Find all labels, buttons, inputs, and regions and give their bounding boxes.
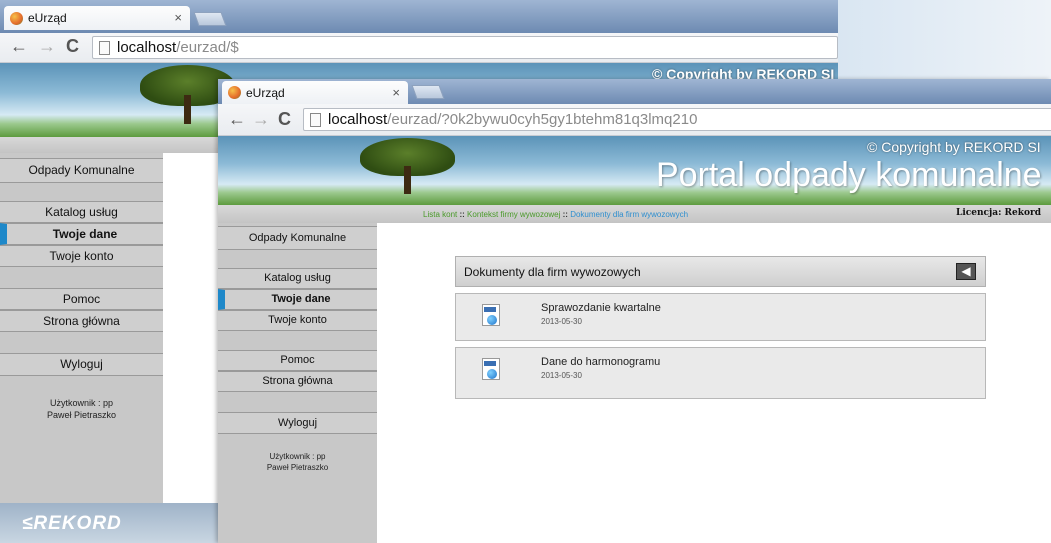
browser-tab[interactable]: eUrząd × xyxy=(4,6,190,30)
tab-strip: eUrząd × xyxy=(218,79,1051,104)
url-path: /eurzad/$ xyxy=(176,39,239,56)
menu-item-katalog[interactable]: Katalog usług xyxy=(218,268,377,289)
user-full-name: Paweł Pietraszko xyxy=(46,410,117,420)
menu-item-strona-glowna[interactable]: Strona główna xyxy=(218,371,377,392)
breadcrumb-current: Dokumenty dla firm wywozowych xyxy=(570,210,689,219)
close-tab-icon[interactable]: × xyxy=(174,10,182,25)
menu-item-strona-glowna[interactable]: Strona główna xyxy=(0,310,163,332)
new-tab-button[interactable] xyxy=(411,85,445,99)
menu-item-odpady[interactable]: Odpady Komunalne xyxy=(0,158,163,183)
favicon-icon xyxy=(228,86,241,99)
breadcrumb: Lista kont :: Kontekst firmy wywozowej :… xyxy=(423,210,688,219)
back-arrow-icon[interactable]: ← xyxy=(228,109,246,130)
breadcrumb-bar: Lista kont :: Kontekst firmy wywozowej :… xyxy=(218,205,1051,223)
breadcrumb-kontekst-firmy[interactable]: Kontekst firmy wywozowej xyxy=(467,210,560,219)
forward-arrow-icon[interactable]: → xyxy=(38,36,56,57)
reload-icon[interactable]: C xyxy=(278,109,291,130)
menu-item-wyloguj[interactable]: Wyloguj xyxy=(0,353,163,376)
page-icon xyxy=(99,41,110,55)
document-item[interactable]: Dane do harmonogramu 2013-05-30 xyxy=(455,347,986,399)
html-document-icon xyxy=(482,304,500,326)
breadcrumb-separator: :: xyxy=(562,210,568,219)
reload-icon[interactable]: C xyxy=(66,36,79,57)
browser-window-front: eUrząd × ← → C localhost/eurzad/?0k2bywu… xyxy=(218,79,1051,543)
copyright-text: © Copyright by REKORD SI xyxy=(867,139,1041,155)
document-item[interactable]: Sprawozdanie kwartalne 2013-05-30 xyxy=(455,293,986,341)
menu-item-twoje-konto[interactable]: Twoje konto xyxy=(218,310,377,331)
address-bar[interactable]: localhost/eurzad/$ xyxy=(92,36,838,59)
back-arrow-icon: ◀ xyxy=(961,264,971,278)
url-host: localhost xyxy=(117,39,177,56)
license-label: Licencja: Rekord xyxy=(956,208,1041,218)
menu-item-pomoc[interactable]: Pomoc xyxy=(218,350,377,371)
close-tab-icon[interactable]: × xyxy=(392,85,400,100)
panel-title: Dokumenty dla firm wywozowych xyxy=(464,264,641,279)
tab-strip: eUrząd × xyxy=(0,0,838,33)
page-icon xyxy=(310,113,321,127)
user-info: Użytkownik : pp Paweł Pietraszko xyxy=(0,397,163,421)
sidebar: Odpady Komunalne Katalog usług Twoje dan… xyxy=(218,223,377,543)
menu-item-wyloguj[interactable]: Wyloguj xyxy=(218,412,377,434)
tab-title: eUrząd xyxy=(246,85,285,100)
tree-image xyxy=(360,138,455,200)
panel-header: Dokumenty dla firm wywozowych ◀ xyxy=(455,256,986,287)
menu-item-twoje-dane[interactable]: Twoje dane xyxy=(0,223,163,245)
desktop-background xyxy=(838,0,1051,79)
html-document-icon xyxy=(482,358,500,380)
footer-logo-area: ≤REKORD xyxy=(0,503,218,543)
url-path: /eurzad/?0k2bywu0cyh5gy1btehm81q3lmq210 xyxy=(387,111,698,128)
user-info: Użytkownik : pp Paweł Pietraszko xyxy=(218,451,377,473)
document-date: 2013-05-30 xyxy=(541,317,582,326)
browser-toolbar: ← → C localhost/eurzad/?0k2bywu0cyh5gy1b… xyxy=(218,104,1051,136)
menu-item-pomoc[interactable]: Pomoc xyxy=(0,288,163,310)
site-banner: © Copyright by REKORD SI Portal odpady k… xyxy=(218,136,1051,205)
browser-toolbar: ← → C localhost/eurzad/$ xyxy=(0,33,838,63)
user-login: Użytkownik : pp xyxy=(269,452,326,461)
breadcrumb-lista-kont[interactable]: Lista kont xyxy=(423,210,457,219)
breadcrumb-separator: :: xyxy=(459,210,465,219)
back-button[interactable]: ◀ xyxy=(956,263,976,280)
url-host: localhost xyxy=(328,111,388,128)
sidebar: Odpady Komunalne Katalog usług Twoje dan… xyxy=(0,153,163,543)
document-date: 2013-05-30 xyxy=(541,371,582,380)
rekord-logo: ≤REKORD xyxy=(22,513,122,534)
browser-tab[interactable]: eUrząd × xyxy=(222,81,408,104)
forward-arrow-icon[interactable]: → xyxy=(252,109,270,130)
user-login: Użytkownik : pp xyxy=(49,398,114,408)
user-full-name: Paweł Pietraszko xyxy=(266,463,329,472)
document-title[interactable]: Sprawozdanie kwartalne xyxy=(541,302,661,314)
favicon-icon xyxy=(10,11,23,25)
menu-item-twoje-dane[interactable]: Twoje dane xyxy=(218,289,377,310)
menu-item-katalog[interactable]: Katalog usług xyxy=(0,201,163,223)
address-bar[interactable]: localhost/eurzad/?0k2bywu0cyh5gy1btehm81… xyxy=(303,108,1051,131)
menu-item-twoje-konto[interactable]: Twoje konto xyxy=(0,245,163,267)
tab-title: eUrząd xyxy=(28,11,67,25)
back-arrow-icon[interactable]: ← xyxy=(10,36,28,57)
new-tab-button[interactable] xyxy=(193,12,227,26)
menu-item-odpady[interactable]: Odpady Komunalne xyxy=(218,226,377,250)
portal-title: Portal odpady komunalne xyxy=(656,156,1042,194)
document-title[interactable]: Dane do harmonogramu xyxy=(541,356,660,368)
